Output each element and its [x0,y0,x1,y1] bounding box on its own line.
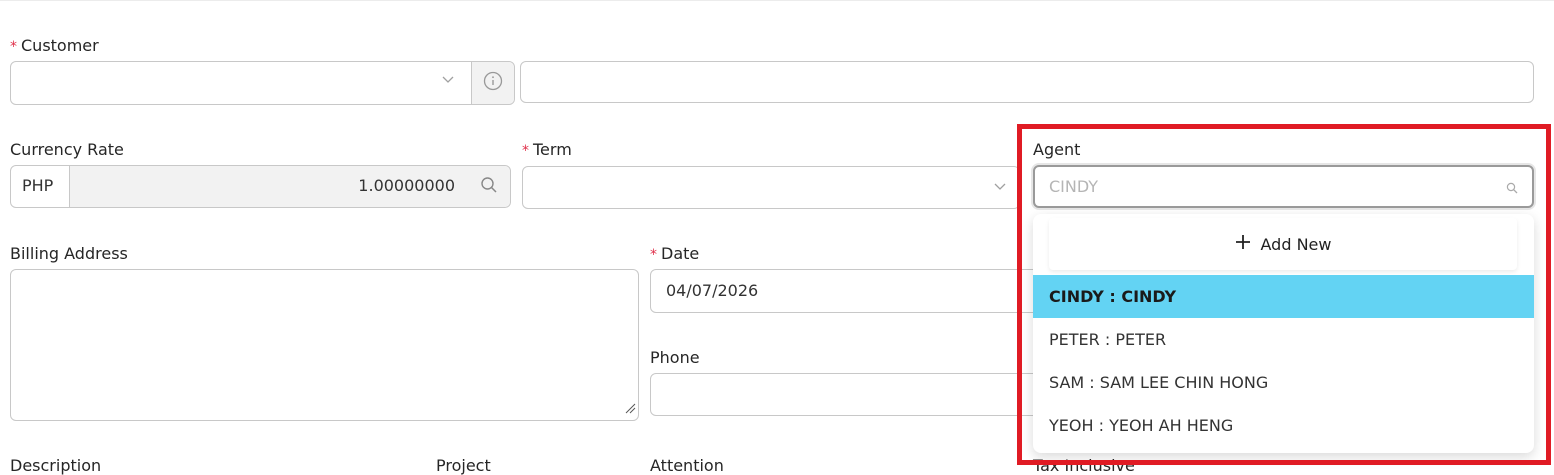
phone-input[interactable] [650,373,1050,416]
customer-label: * Customer [10,36,99,55]
description-label: Description [10,456,102,475]
agent-option[interactable]: PETER : PETER [1033,318,1534,361]
plus-icon [1235,233,1251,255]
project-label: Project [436,456,491,475]
attention-label: Attention [650,456,724,475]
customer-info-button[interactable] [472,62,514,104]
term-label: * Term [522,140,572,159]
billing-address-textarea[interactable] [10,269,639,421]
info-icon [483,71,503,95]
agent-option[interactable]: YEOH : YEOH AH HENG [1033,404,1534,447]
currency-search-button[interactable] [469,166,510,207]
term-select[interactable] [522,166,1020,209]
agent-dropdown: Add New CINDY : CINDY PETER : PETER SAM … [1033,214,1534,453]
agent-option[interactable]: CINDY : CINDY [1033,275,1534,318]
agent-placeholder: CINDY [1049,177,1099,196]
currency-code: PHP [22,176,54,195]
agent-search-input[interactable]: CINDY [1033,165,1534,208]
currency-rate-group: PHP 1.00000000 [10,165,511,208]
customer-name-input[interactable] [520,61,1534,103]
billing-address-label: Billing Address [10,244,128,263]
required-mark: * [650,247,657,263]
search-icon [1506,179,1518,198]
date-value: 04/07/2026 [666,281,759,300]
agent-option[interactable]: SAM : SAM LEE CHIN HONG [1033,361,1534,404]
resize-handle-icon[interactable] [624,399,636,418]
chevron-down-icon [441,72,455,90]
tax-inclusive-label: Tax Inclusive [1033,456,1135,475]
customer-select[interactable] [10,61,515,105]
add-new-label: Add New [1260,234,1332,254]
search-icon [480,176,498,198]
date-input[interactable]: 04/07/2026 [650,269,1050,313]
phone-label: Phone [650,348,700,367]
chevron-down-icon [993,179,1007,197]
agent-label: Agent [1033,140,1081,159]
date-label: * Date [650,244,700,263]
required-mark: * [522,143,529,159]
add-new-button[interactable]: Add New [1049,218,1517,270]
required-mark: * [10,39,17,55]
currency-rate-label: Currency Rate [10,140,124,159]
currency-rate-value: 1.00000000 [358,176,455,195]
currency-rate-input[interactable]: 1.00000000 [69,166,470,207]
top-divider [0,0,1554,1]
